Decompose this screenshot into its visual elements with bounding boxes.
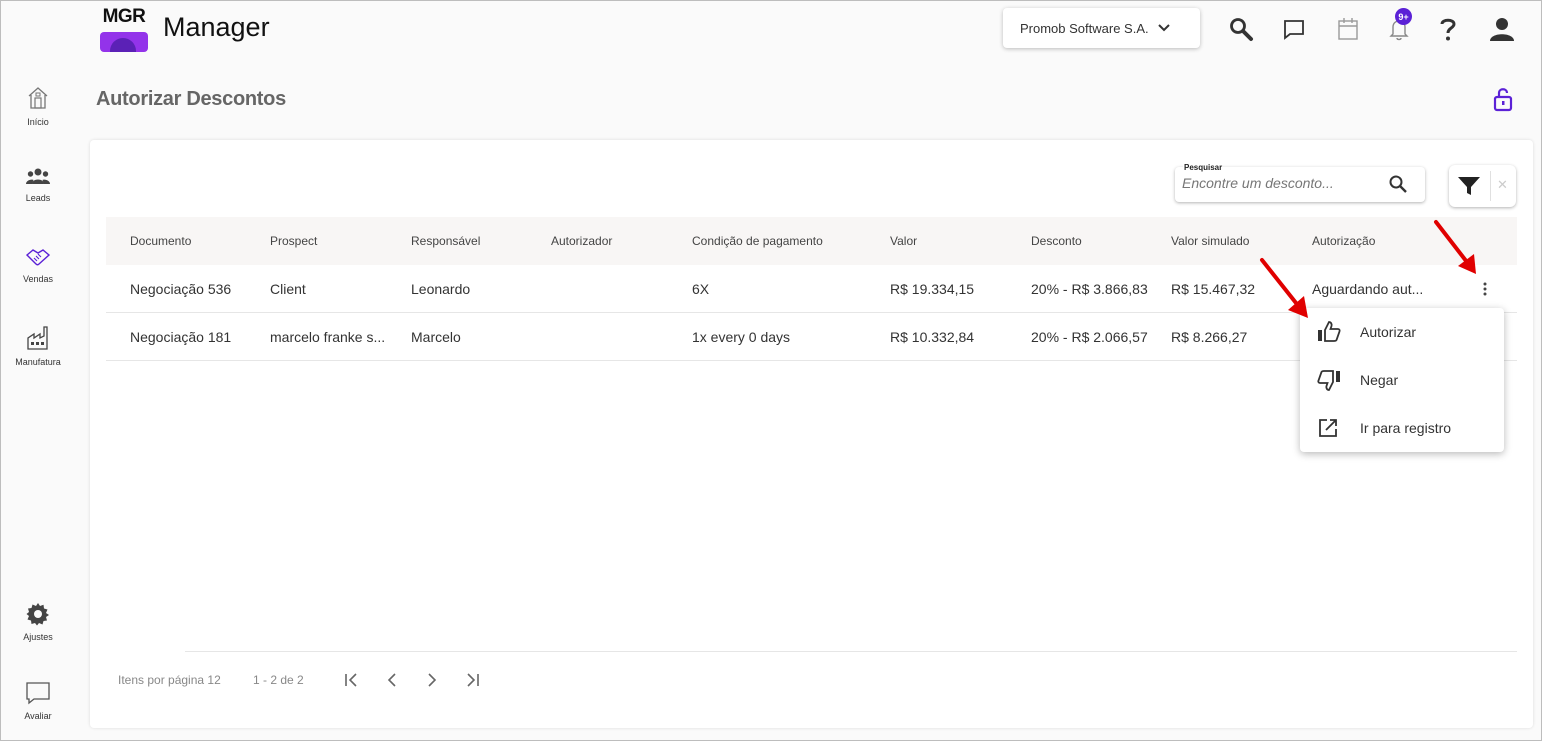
logo-text: MGR xyxy=(102,6,146,27)
home-icon xyxy=(28,87,48,109)
thumbs-down-icon xyxy=(1317,370,1340,391)
cell-documento: Negociação 181 xyxy=(130,329,232,345)
annotation-arrow-icon xyxy=(1260,258,1308,318)
company-name: Promob Software S.A. xyxy=(1020,20,1149,36)
filter-button[interactable] xyxy=(1457,175,1481,202)
sidebar-item-label: Leads xyxy=(25,193,51,203)
calendar-icon xyxy=(1338,18,1358,40)
cell-prospect: marcelo franke s... xyxy=(270,329,386,345)
cell-documento: Negociação 536 xyxy=(130,281,232,297)
cell-responsavel: Marcelo xyxy=(411,329,461,345)
column-header-desconto[interactable]: Desconto xyxy=(1031,234,1082,248)
search-submit-button[interactable] xyxy=(1387,173,1409,200)
clear-filter-button[interactable]: ✕ xyxy=(1497,177,1508,193)
filter-controls: ✕ xyxy=(1449,165,1516,207)
row-actions-button[interactable] xyxy=(1473,281,1497,301)
thumbs-up-icon xyxy=(1318,321,1341,342)
cell-valor: R$ 10.332,84 xyxy=(890,329,975,345)
help-icon xyxy=(1440,18,1456,41)
chevron-down-icon xyxy=(1157,24,1170,32)
menu-item-label: Negar xyxy=(1360,372,1399,388)
page-range: 1 - 2 de 2 xyxy=(253,673,304,687)
search-icon xyxy=(1230,18,1253,41)
row-actions-menu: Autorizar Negar Ir para registro xyxy=(1300,308,1504,452)
sidebar-item-avaliar[interactable]: Avaliar xyxy=(1,681,75,721)
app-logo[interactable]: MGR xyxy=(98,6,150,52)
column-header-prospect[interactable]: Prospect xyxy=(270,234,317,248)
filter-icon xyxy=(1458,177,1480,195)
column-header-condicao[interactable]: Condição de pagamento xyxy=(692,234,823,248)
sidebar-item-label: Vendas xyxy=(22,274,54,284)
sidebar: Início Leads Vendas Manufatura Ajustes A… xyxy=(1,1,75,739)
comment-icon xyxy=(26,682,50,705)
previous-page-button[interactable] xyxy=(382,670,402,690)
help-button[interactable] xyxy=(1433,14,1463,44)
notification-badge: 9+ xyxy=(1395,8,1412,25)
search-header-button[interactable] xyxy=(1226,14,1256,44)
menu-item-label: Autorizar xyxy=(1360,324,1417,340)
more-vert-icon xyxy=(1483,282,1487,296)
lock-open-icon xyxy=(1493,88,1513,112)
open-external-icon xyxy=(1319,419,1337,437)
cell-condicao: 6X xyxy=(692,281,710,297)
gear-icon xyxy=(26,603,49,626)
search-field[interactable]: Pesquisar xyxy=(1175,163,1425,202)
column-header-autorizacao[interactable]: Autorização xyxy=(1312,234,1375,248)
menu-item-ir-para-registro[interactable]: Ir para registro xyxy=(1300,404,1504,452)
page-title: Autorizar Descontos xyxy=(96,88,286,110)
last-page-icon xyxy=(467,673,479,687)
app-title: Manager xyxy=(163,12,270,42)
sidebar-item-label: Manufatura xyxy=(15,357,61,367)
column-header-responsavel[interactable]: Responsável xyxy=(411,234,480,248)
calendar-button[interactable] xyxy=(1333,14,1363,44)
handshake-icon xyxy=(25,249,51,266)
cell-valor-simulado: R$ 8.266,27 xyxy=(1171,329,1248,345)
sidebar-item-manufatura[interactable]: Manufatura xyxy=(1,325,75,367)
search-input[interactable] xyxy=(1182,175,1377,191)
items-per-page[interactable]: Itens por página 12 xyxy=(118,673,221,687)
search-icon xyxy=(1389,175,1407,193)
factory-icon xyxy=(27,326,48,350)
sidebar-item-label: Início xyxy=(27,117,49,127)
sidebar-item-ajustes[interactable]: Ajustes xyxy=(1,602,75,642)
footer-divider xyxy=(185,651,1517,652)
chat-icon xyxy=(1284,20,1304,40)
chat-button[interactable] xyxy=(1279,14,1309,44)
next-page-button[interactable] xyxy=(422,670,442,690)
annotation-arrow-icon xyxy=(1434,220,1476,274)
cell-desconto: 20% - R$ 3.866,83 xyxy=(1031,281,1148,297)
chevron-right-icon xyxy=(428,673,437,687)
people-icon xyxy=(26,168,50,184)
sidebar-item-label: Ajustes xyxy=(23,632,53,642)
logo-shape xyxy=(100,32,148,52)
column-header-valor-simulado[interactable]: Valor simulado xyxy=(1171,234,1249,248)
last-page-button[interactable] xyxy=(463,670,483,690)
cell-desconto: 20% - R$ 2.066,57 xyxy=(1031,329,1148,345)
sidebar-item-vendas[interactable]: Vendas xyxy=(1,246,75,284)
sidebar-item-leads[interactable]: Leads xyxy=(1,167,75,203)
sidebar-item-inicio[interactable]: Início xyxy=(1,85,75,127)
column-header-valor[interactable]: Valor xyxy=(890,234,917,248)
user-avatar-icon xyxy=(1490,18,1514,41)
company-selector[interactable]: Promob Software S.A. xyxy=(1003,8,1200,48)
menu-item-autorizar[interactable]: Autorizar xyxy=(1300,308,1504,356)
first-page-icon xyxy=(345,673,357,687)
cell-autorizacao: Aguardando aut... xyxy=(1312,281,1424,297)
cell-condicao: 1x every 0 days xyxy=(692,329,791,345)
first-page-button[interactable] xyxy=(341,670,361,690)
column-header-autorizador[interactable]: Autorizador xyxy=(551,234,612,248)
cell-prospect: Client xyxy=(270,281,306,297)
filter-divider xyxy=(1490,171,1491,201)
menu-item-negar[interactable]: Negar xyxy=(1300,356,1504,404)
cell-valor-simulado: R$ 15.467,32 xyxy=(1171,281,1256,297)
cell-responsavel: Leonardo xyxy=(411,281,471,297)
chevron-left-icon xyxy=(387,673,396,687)
cell-valor: R$ 19.334,15 xyxy=(890,281,975,297)
sidebar-item-label: Avaliar xyxy=(24,711,52,721)
user-menu-button[interactable] xyxy=(1487,14,1517,44)
column-header-documento[interactable]: Documento xyxy=(130,234,191,248)
menu-item-label: Ir para registro xyxy=(1360,420,1452,436)
search-label: Pesquisar xyxy=(1183,163,1224,172)
lock-button[interactable] xyxy=(1492,86,1514,117)
